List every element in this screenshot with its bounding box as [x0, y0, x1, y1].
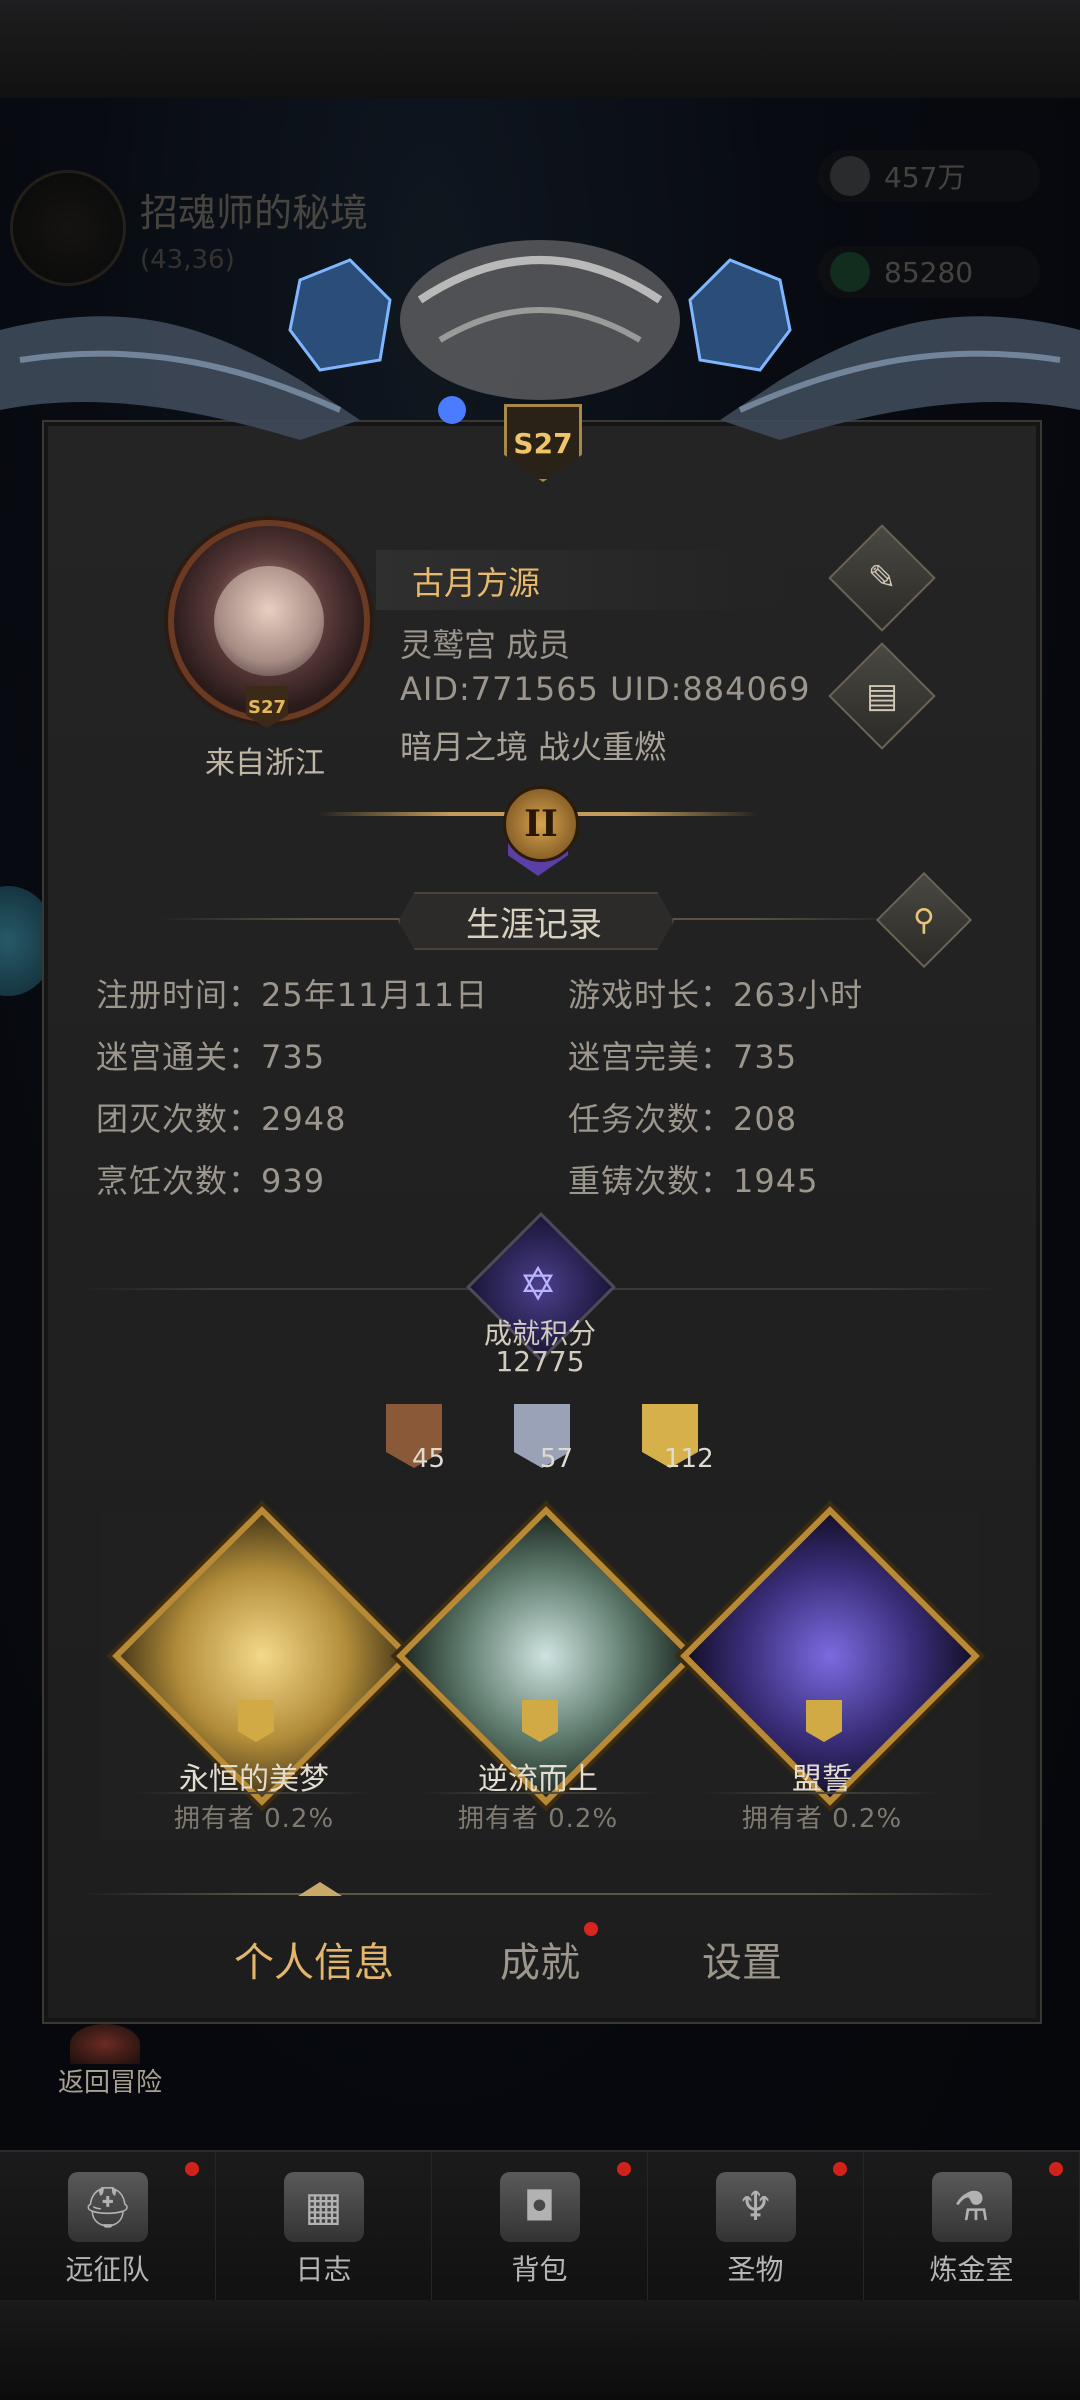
stat-maze-perfect: 迷宫完美：735 [568, 1038, 798, 1076]
achievement-owner-3: 拥有者 0.2% [741, 1804, 903, 1834]
tab-settings[interactable]: 设置 [702, 1930, 782, 1988]
stat-cooking: 烹饪次数：939 [96, 1162, 326, 1200]
player-server: 暗月之境 战火重燃 [400, 728, 667, 766]
tab-personal-info[interactable]: 个人信息 [234, 1930, 394, 1988]
stat-quests: 任务次数：208 [568, 1100, 798, 1138]
notification-dot [584, 1922, 598, 1936]
system-bottom-bar [0, 2300, 1080, 2400]
achievement-separator [134, 1792, 374, 1794]
helmet-icon: ⛑ [67, 2172, 148, 2242]
backpack-icon: ◘ [499, 2172, 580, 2242]
bronze-medal-count: 45 [412, 1444, 446, 1474]
return-adventure-button[interactable]: 返回冒险 [40, 2062, 180, 2099]
return-portal-icon [70, 2024, 140, 2064]
document-icon: ▤ [865, 676, 899, 716]
quill-icon: ✎ [867, 558, 897, 598]
achievement-owner-2: 拥有者 0.2% [457, 1804, 619, 1834]
notification-dot [617, 2162, 631, 2176]
gold-medal-count: 112 [664, 1444, 714, 1474]
achievement-separator [418, 1792, 658, 1794]
career-section-title: 生涯记录 [466, 905, 602, 945]
avatar-portrait [214, 566, 324, 676]
tabs-divider [80, 1893, 1000, 1895]
magnifier-icon: ⚲ [913, 902, 935, 938]
silver-medal-count: 57 [540, 1444, 574, 1474]
map-icon: ▦ [283, 2172, 364, 2242]
bottom-navigation: ⛑ 远征队 ▦ 日志 ◘ 背包 ♆ 圣物 ⚗ 炼金室 [0, 2150, 1080, 2302]
achievement-score: 成就积分 12775 [483, 1317, 596, 1378]
notification-dot [185, 2162, 199, 2176]
stat-register-time: 注册时间：25年11月11日 [96, 976, 489, 1014]
nav-expedition[interactable]: ⛑ 远征队 [0, 2152, 216, 2302]
alchemy-icon: ⚗ [931, 2172, 1012, 2242]
notification-dot [833, 2162, 847, 2176]
nav-backpack[interactable]: ◘ 背包 [432, 2152, 648, 2302]
top-status-bar [0, 0, 1080, 100]
player-guild: 灵鹫宫 成员 [400, 626, 571, 664]
nav-alchemy[interactable]: ⚗ 炼金室 [864, 2152, 1080, 2302]
achievement-separator [702, 1792, 942, 1794]
notification-dot [1049, 2162, 1063, 2176]
nav-journal[interactable]: ▦ 日志 [216, 2152, 432, 2302]
stat-reforge: 重铸次数：1945 [568, 1162, 819, 1200]
stat-play-time: 游戏时长：263小时 [568, 976, 864, 1014]
player-origin: 来自浙江 [205, 746, 325, 781]
player-ids: AID:771565 UID:884069 [400, 670, 811, 708]
altar-icon: ♆ [715, 2172, 796, 2242]
tab-achievements[interactable]: 成就 [500, 1930, 580, 1988]
stat-maze-clear: 迷宫通关：735 [96, 1038, 326, 1076]
player-name: 古月方源 [412, 564, 541, 602]
stat-team-wipes: 团灭次数：2948 [96, 1100, 347, 1138]
achievement-owner-1: 拥有者 0.2% [173, 1804, 335, 1834]
rank-badge: II [503, 786, 579, 862]
nav-relics[interactable]: ♆ 圣物 [648, 2152, 864, 2302]
